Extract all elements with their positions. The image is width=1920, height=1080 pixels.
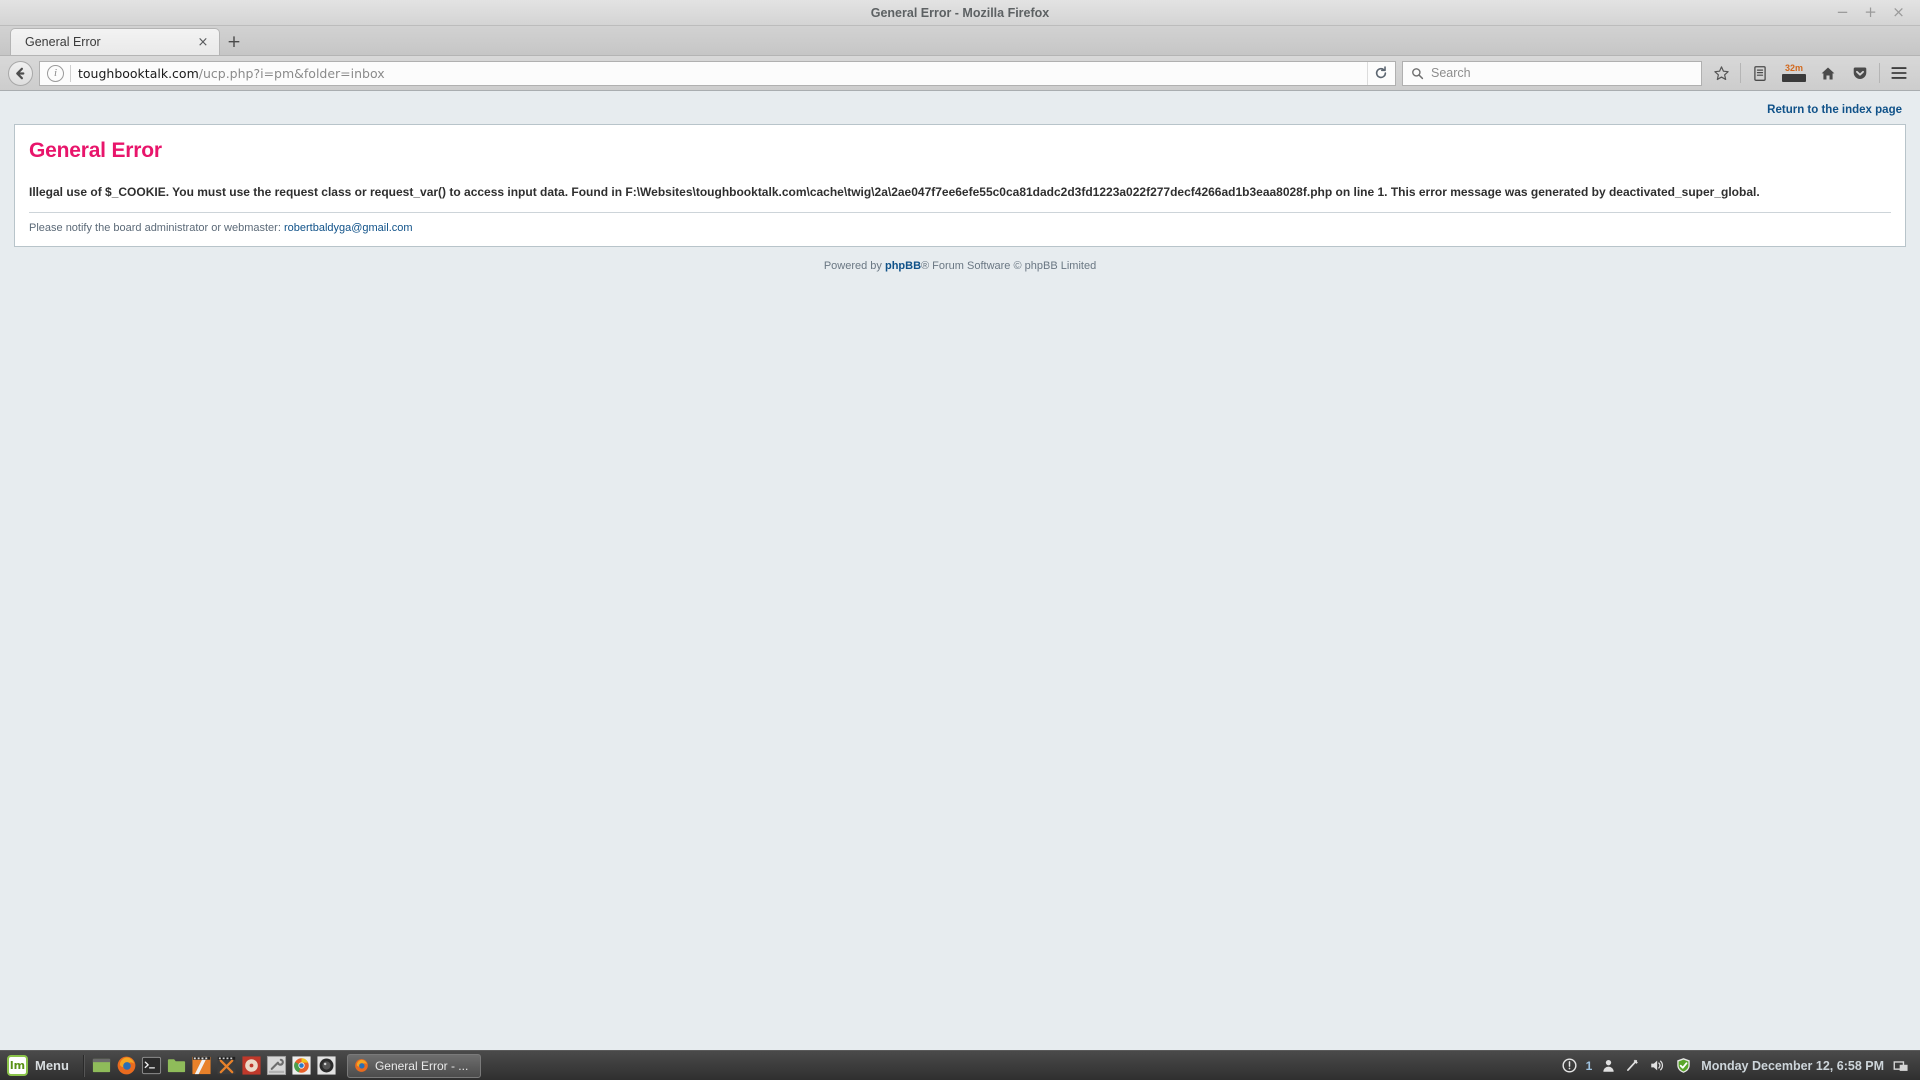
update-count-label: 1	[1585, 1058, 1593, 1073]
chromium-launcher-icon[interactable]	[291, 1055, 313, 1077]
divider	[1879, 63, 1880, 83]
back-arrow-icon	[16, 67, 25, 79]
update-alert-icon[interactable]	[1562, 1058, 1577, 1073]
file-manager-launcher-icon[interactable]	[166, 1055, 188, 1077]
show-desktop-icon[interactable]	[91, 1055, 113, 1077]
return-to-index-link[interactable]: Return to the index page	[1767, 104, 1902, 116]
system-settings-launcher-icon[interactable]	[266, 1055, 288, 1077]
hamburger-menu-icon	[1891, 67, 1907, 79]
search-input[interactable]: Search	[1431, 66, 1471, 80]
system-tray: 1 Monday December 12, 6:58 PM	[1562, 1057, 1916, 1074]
page-title: General Error	[29, 139, 162, 162]
navigation-toolbar: i toughbooktalk.com/ucp.php?i=pm&folder=…	[0, 56, 1920, 91]
error-message: Illegal use of $_COOKIE. You must use th…	[29, 184, 1891, 214]
back-button[interactable]	[8, 60, 33, 86]
tab-title: General Error	[25, 35, 101, 49]
browser-tab[interactable]: General Error ×	[10, 28, 220, 55]
tab-strip: General Error × +	[0, 26, 1920, 56]
footer-prefix: Powered by	[823, 260, 882, 273]
user-account-icon[interactable]	[1601, 1058, 1616, 1073]
url-text: toughbooktalk.com/ucp.php?i=pm&folder=in…	[78, 66, 1367, 81]
battery-icon	[1782, 74, 1806, 82]
battery-indicator[interactable]: 32m	[1779, 64, 1809, 82]
bluetooth-pen-icon[interactable]	[1625, 1058, 1640, 1073]
top-link-row: Return to the index page	[14, 91, 1906, 124]
security-shield-icon[interactable]	[1675, 1057, 1692, 1074]
divider	[82, 1054, 85, 1077]
home-icon	[1821, 67, 1835, 79]
video-converter-launcher-icon[interactable]	[216, 1055, 238, 1077]
linux-mint-logo-icon: lm	[7, 1055, 28, 1076]
window-controls: − + ×	[1835, 5, 1920, 20]
site-info-icon[interactable]: i	[47, 64, 64, 82]
admin-notice: Please notify the board administrator or…	[29, 213, 1891, 234]
divider	[1740, 63, 1741, 83]
volume-icon[interactable]	[1649, 1058, 1666, 1073]
clock[interactable]: Monday December 12, 6:58 PM	[1701, 1059, 1884, 1073]
camera-launcher-icon[interactable]	[316, 1055, 338, 1077]
library-icon	[1754, 65, 1766, 81]
url-path: /ucp.php?i=pm&folder=inbox	[198, 65, 385, 81]
close-button[interactable]: ×	[1891, 5, 1906, 20]
start-menu-button[interactable]: lm Menu	[4, 1052, 77, 1079]
webmaster-email-link[interactable]: robertbaldyga@gmail.com	[284, 222, 413, 234]
menu-button[interactable]	[1886, 60, 1912, 86]
minimize-button[interactable]: −	[1835, 5, 1850, 20]
star-icon	[1713, 65, 1729, 80]
error-panel: General Error Illegal use of $_COOKIE. Y…	[14, 124, 1906, 248]
phpbb-link[interactable]: phpBB	[885, 260, 921, 272]
reload-icon	[1375, 66, 1386, 79]
disc-burner-launcher-icon[interactable]	[241, 1055, 263, 1077]
url-domain: toughbooktalk.com	[78, 65, 199, 81]
battery-time-label: 32m	[1784, 63, 1803, 73]
footer-suffix: ® Forum Software © phpBB Limited	[921, 260, 1097, 273]
new-tab-button[interactable]: +	[220, 29, 248, 55]
page-viewport: Return to the index page General Error I…	[0, 91, 1920, 1050]
address-bar[interactable]: i toughbooktalk.com/ucp.php?i=pm&folder=…	[39, 60, 1396, 86]
system-taskbar: lm Menu General Error - ... 1 Monday Dec…	[0, 1050, 1920, 1080]
window-titlebar: General Error - Mozilla Firefox − + ×	[0, 0, 1920, 26]
pocket-icon	[1853, 67, 1867, 79]
workspace-switcher-icon[interactable]	[1893, 1059, 1909, 1073]
home-button[interactable]	[1815, 60, 1841, 86]
firefox-icon	[355, 1059, 368, 1072]
taskbar-window-button[interactable]: General Error - ...	[346, 1053, 482, 1078]
terminal-launcher-icon[interactable]	[141, 1055, 163, 1077]
reading-list-button[interactable]	[1747, 60, 1773, 86]
search-bar[interactable]: Search	[1402, 60, 1702, 86]
menu-label: Menu	[35, 1058, 69, 1073]
reload-button[interactable]	[1367, 61, 1393, 85]
taskbar-window-label: General Error - ...	[374, 1058, 469, 1073]
page-footer: Powered by phpBB® Forum Software © phpBB…	[14, 247, 1906, 272]
admin-notice-text: Please notify the board administrator or…	[29, 222, 281, 235]
window-title: General Error - Mozilla Firefox	[870, 5, 1050, 20]
bookmark-star-button[interactable]	[1708, 60, 1734, 86]
pocket-button[interactable]	[1847, 60, 1873, 86]
search-icon	[1412, 67, 1424, 79]
maximize-button[interactable]: +	[1863, 5, 1878, 20]
close-icon[interactable]: ×	[195, 34, 211, 50]
media-editor-launcher-icon[interactable]	[191, 1055, 213, 1077]
divider	[70, 64, 71, 82]
firefox-launcher-icon[interactable]	[116, 1055, 138, 1077]
